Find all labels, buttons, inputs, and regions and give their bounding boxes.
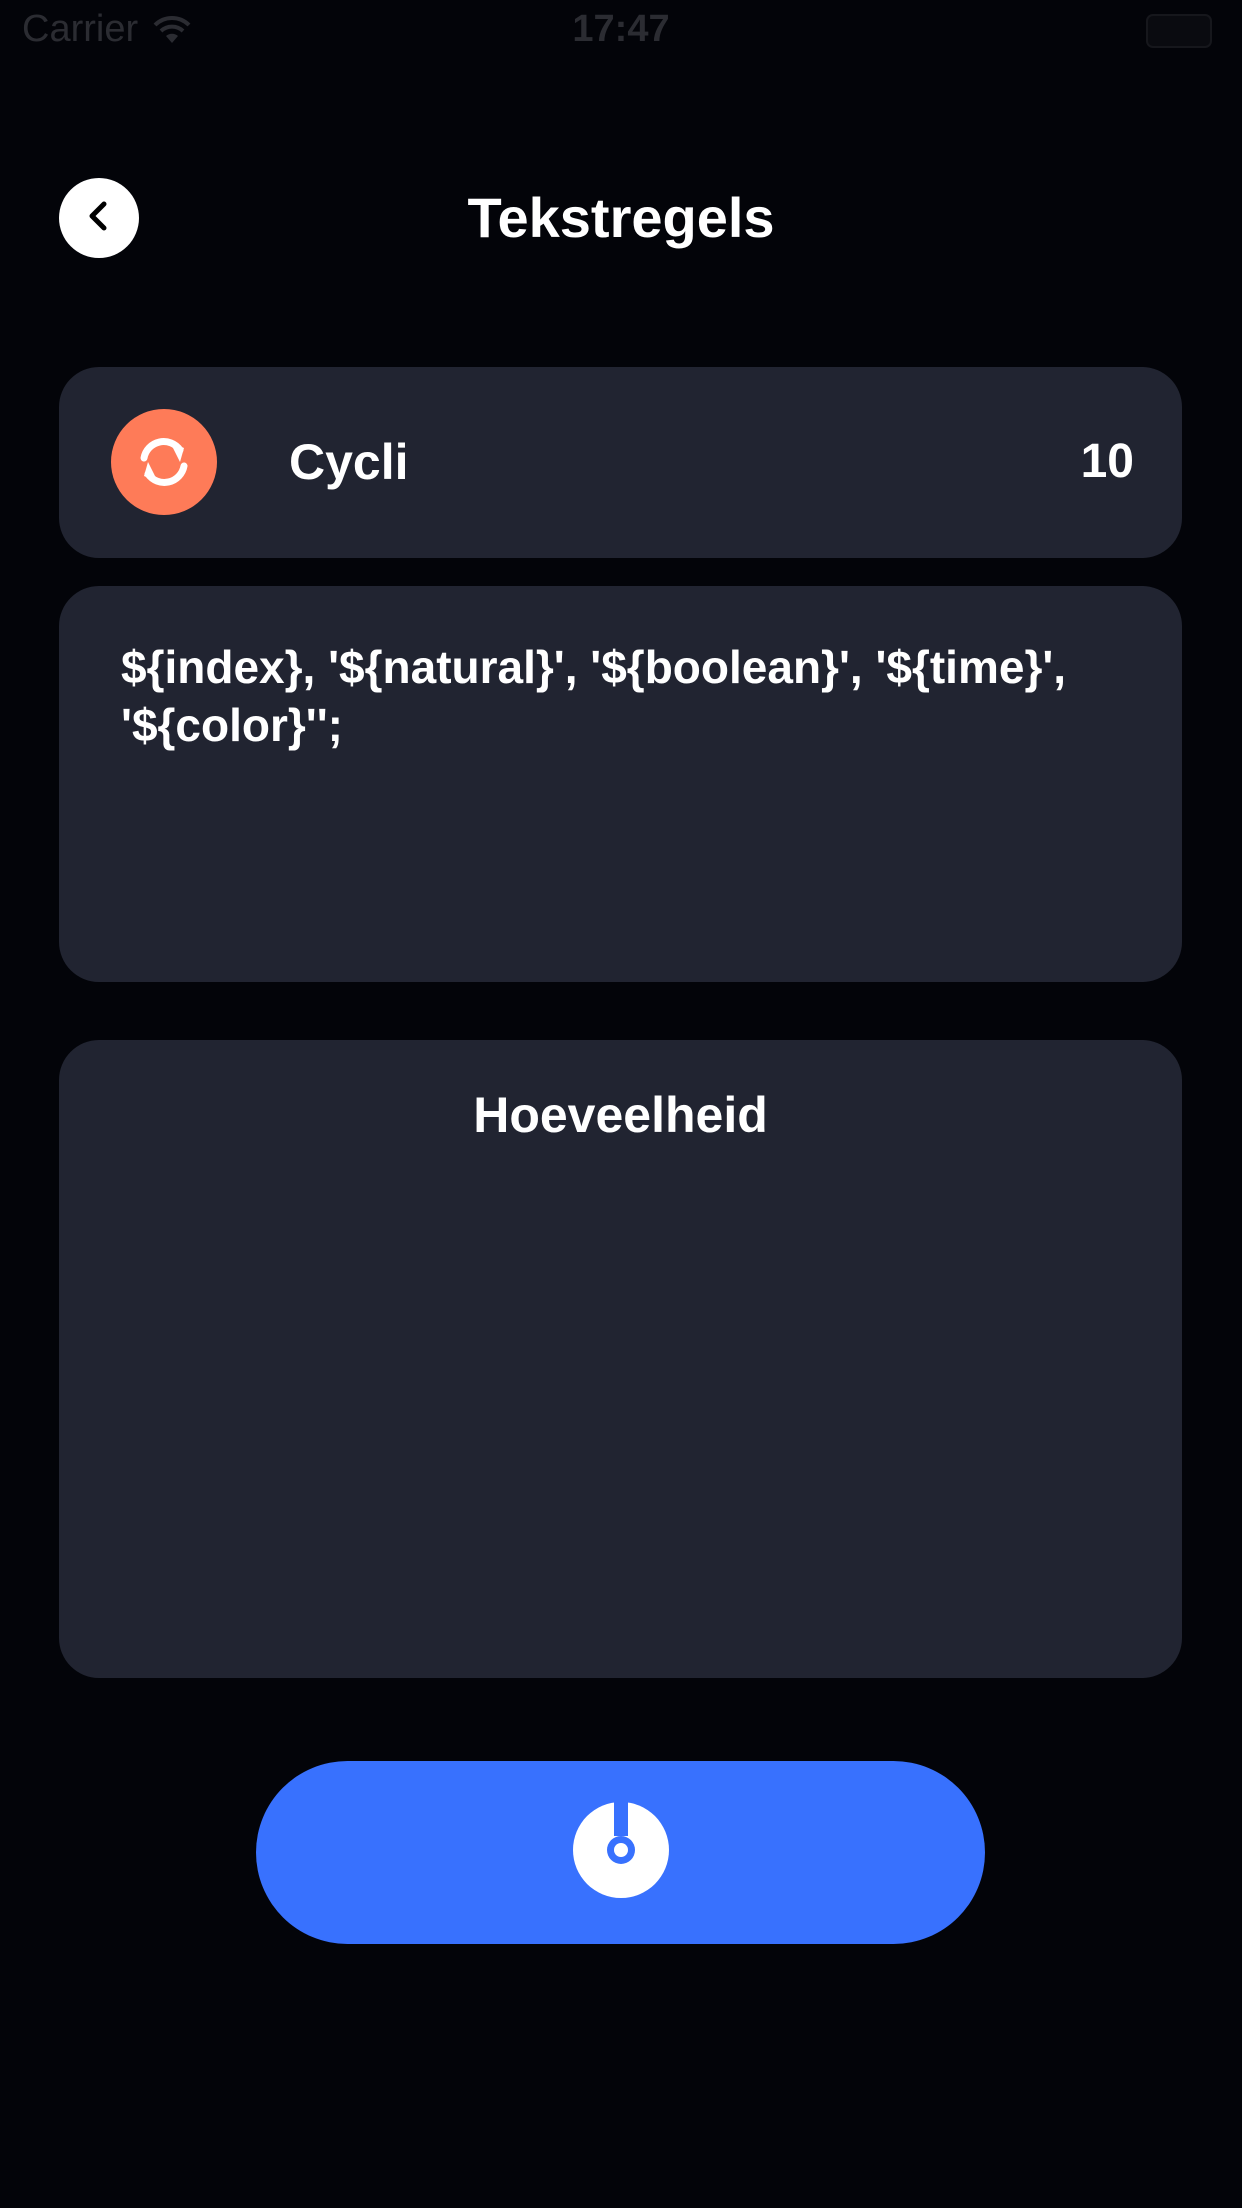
template-textarea[interactable]: ${index}, '${natural}', '${boolean}', '$… [59, 586, 1182, 982]
status-time: 17:47 [572, 8, 670, 50]
cycles-value[interactable]: 10 [1081, 427, 1134, 497]
amount-label: Hoeveelheid [473, 1087, 768, 1143]
battery-icon [1146, 14, 1212, 48]
generate-button[interactable] [256, 1761, 985, 1944]
cycles-label: Cycli [289, 434, 409, 490]
refresh-icon [111, 409, 217, 515]
cycles-row[interactable]: Cycli 10 [59, 367, 1182, 558]
status-bar: Carrier 17:47 [0, 0, 1242, 60]
template-text[interactable]: ${index}, '${natural}', '${boolean}', '$… [121, 638, 1121, 754]
page-title: Tekstregels [467, 186, 775, 249]
screen: Carrier 17:47 Tekstregels Cycli 10 ${ind… [0, 0, 1242, 2208]
amount-panel: Hoeveelheid [59, 1040, 1182, 1678]
power-icon [569, 1798, 673, 1907]
